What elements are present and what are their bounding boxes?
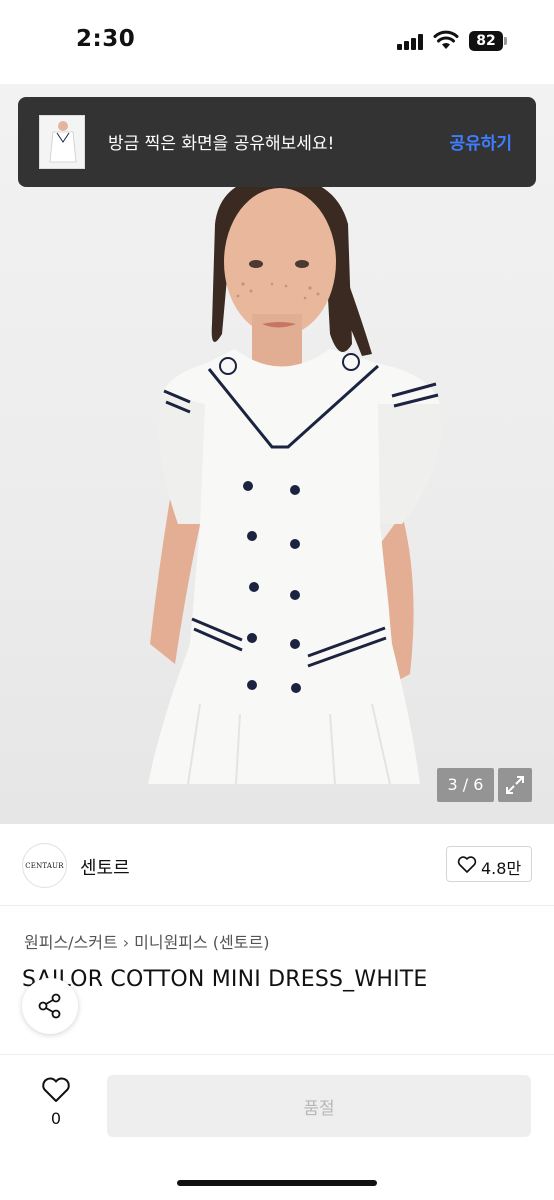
soldout-button[interactable]: 품절 [107,1075,531,1137]
bottom-bar: 0 품절 [0,1054,554,1200]
product-photo [148,176,442,785]
wishlist-button[interactable]: 0 [36,1075,76,1135]
battery-icon: 82 [469,31,503,51]
share-button[interactable]: 공유하기 [449,129,512,154]
share-icon [38,993,61,1019]
status-bar: 2:30 82 [0,0,554,84]
wishlist-count: 0 [50,1109,62,1128]
expand-button[interactable] [498,768,532,802]
heart-icon [457,856,477,873]
product-image[interactable] [0,84,554,824]
breadcrumb-child[interactable]: 미니원피스 (센토르) [134,933,269,952]
status-time: 2:30 [76,26,136,52]
brand-like-count: 4.8만 [481,859,522,878]
toast-thumbnail [39,115,85,169]
chevron-right-icon: › [122,933,130,952]
brand-like-button[interactable]: 4.8만 [446,846,532,882]
share-toast: 방금 찍은 화면을 공유해보세요! 공유하기 [18,97,536,187]
wifi-icon [433,30,459,49]
image-counter: 3 / 6 [437,768,494,802]
product-title: SAILOR COTTON MINI DRESS_WHITE [22,967,428,992]
brand-name[interactable]: 센토르 [80,854,130,880]
home-indicator [177,1180,377,1186]
breadcrumb: 원피스/스커트 › 미니원피스 (센토르) [24,929,269,953]
share-fab-button[interactable] [22,978,78,1034]
expand-icon [506,776,524,794]
battery-tip [504,37,507,45]
heart-icon [42,1077,70,1102]
brand-logo[interactable]: CENTAUR [22,843,67,888]
brand-row[interactable]: CENTAUR 센토르 4.8만 [0,824,554,906]
signal-icon [397,34,425,50]
breadcrumb-parent[interactable]: 원피스/스커트 [24,933,118,952]
toast-message: 방금 찍은 화면을 공유해보세요! [108,134,335,154]
